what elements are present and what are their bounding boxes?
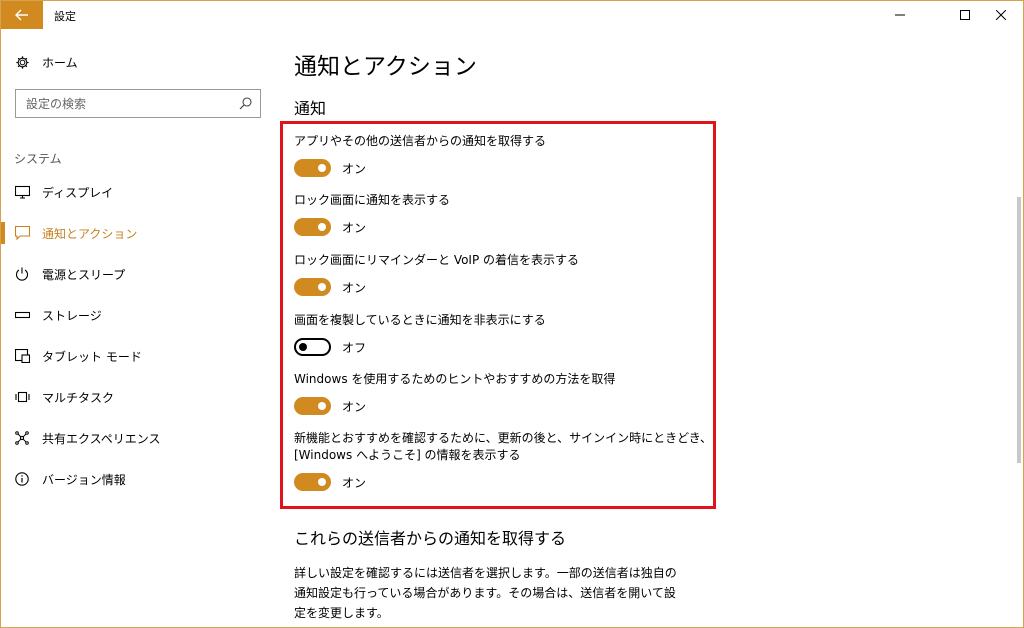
sidebar-item-display[interactable]: ディスプレイ (1, 172, 279, 212)
settings-window: 設定 ホーム システム ディスプレイ (0, 0, 1024, 628)
setting-windows-tips: Windows を使用するためのヒントやおすすめの方法を取得 オン (294, 371, 615, 415)
maximize-icon (960, 10, 970, 20)
minimize-button[interactable] (877, 1, 923, 29)
setting-lock-screen-notifications: ロック画面に通知を表示する オン (294, 192, 450, 236)
setting-label: ロック画面に通知を表示する (294, 193, 451, 207)
toggle-knob (318, 478, 326, 486)
sidebar-home[interactable]: ホーム (14, 54, 78, 71)
sidebar-item-tablet-mode[interactable]: タブレット モード (1, 336, 279, 376)
sidebar-item-label: 共有エクスペリエンス (42, 431, 161, 446)
toggle-switch[interactable] (294, 338, 331, 356)
toggle-switch[interactable] (294, 218, 331, 236)
search-input[interactable] (26, 95, 226, 113)
back-button[interactable] (1, 1, 43, 29)
setting-label-line2: [Windows へようこそ] の情報を表示する (294, 448, 521, 462)
senders-description: 詳しい設定を確認するには送信者を選択します。一部の送信者は独自の通知設定も行って… (294, 566, 677, 620)
setting-hide-when-duplicating: 画面を複製しているときに通知を非表示にする オフ (294, 312, 546, 356)
toggle-knob (299, 343, 307, 351)
toggle-state-label: オン (342, 161, 367, 176)
toggle-switch[interactable] (294, 473, 331, 491)
monitor-icon (14, 184, 30, 200)
page-title: 通知とアクション (294, 54, 477, 80)
active-indicator (1, 222, 5, 244)
toggle-state-label: オン (342, 280, 367, 295)
minimize-icon (895, 14, 905, 16)
share-icon (14, 430, 30, 446)
setting-label: Windows を使用するためのヒントやおすすめの方法を取得 (294, 372, 616, 386)
sidebar-item-multitask[interactable]: マルチタスク (1, 377, 279, 417)
setting-lock-screen-reminders: ロック画面にリマインダーと VoIP の着信を表示する オン (294, 252, 579, 296)
toggle-knob (318, 402, 326, 410)
close-icon (996, 10, 1006, 20)
gear-icon (14, 55, 30, 71)
toggle-state-label: オフ (342, 340, 367, 355)
toggle-state-label: オン (342, 399, 367, 414)
search-box[interactable] (15, 89, 261, 118)
close-button[interactable] (978, 1, 1024, 29)
sidebar-item-label: ストレージ (42, 308, 102, 323)
sidebar: ホーム システム ディスプレイ 通知とアクション 電源とスリープ (1, 29, 279, 627)
setting-label: ロック画面にリマインダーと VoIP の着信を表示する (294, 253, 580, 267)
scrollbar[interactable] (1017, 197, 1021, 463)
toggle-switch[interactable] (294, 397, 331, 415)
notifications-heading: 通知 (294, 99, 327, 118)
sidebar-item-about[interactable]: バージョン情報 (1, 459, 279, 499)
toggle-knob (318, 283, 326, 291)
storage-icon (14, 307, 30, 323)
info-icon (14, 471, 30, 487)
sidebar-item-label: ディスプレイ (42, 185, 114, 200)
senders-heading: これらの送信者からの通知を取得する (294, 529, 567, 548)
sidebar-item-shared-experiences[interactable]: 共有エクスペリエンス (1, 418, 279, 458)
setting-label-line1: 新機能とおすすめを確認するために、更新の後と、サインイン時にときどき、 (294, 431, 712, 445)
search-icon (239, 97, 252, 110)
sidebar-item-label: 通知とアクション (42, 226, 138, 241)
toggle-state-label: オン (342, 220, 367, 235)
back-arrow-icon (15, 9, 28, 21)
setting-label: アプリやその他の送信者からの通知を取得する (294, 134, 547, 148)
toggle-knob (318, 223, 326, 231)
sidebar-item-label: 電源とスリープ (42, 267, 126, 282)
toggle-switch[interactable] (294, 159, 331, 177)
toggle-state-label: オン (342, 475, 367, 490)
setting-welcome-experience: 新機能とおすすめを確認するために、更新の後と、サインイン時にときどき、 [Win… (294, 430, 712, 491)
sidebar-item-storage[interactable]: ストレージ (1, 295, 279, 335)
main-content: 通知とアクション 通知 アプリやその他の送信者からの通知を取得する オン ロック… (279, 29, 1009, 627)
multitask-icon (14, 389, 30, 405)
toggle-switch[interactable] (294, 278, 331, 296)
sidebar-item-label: タブレット モード (42, 349, 142, 364)
window-title: 設定 (54, 10, 76, 23)
section-label-system: システム (14, 152, 62, 166)
toggle-knob (318, 164, 326, 172)
setting-label: 画面を複製しているときに通知を非表示にする (294, 313, 546, 327)
setting-get-notifications: アプリやその他の送信者からの通知を取得する オン (294, 133, 546, 177)
power-icon (14, 266, 30, 282)
notification-icon (14, 225, 30, 241)
sidebar-item-power[interactable]: 電源とスリープ (1, 254, 279, 294)
sidebar-home-label: ホーム (42, 56, 78, 70)
sidebar-item-notifications[interactable]: 通知とアクション (1, 213, 279, 253)
sidebar-item-label: マルチタスク (42, 390, 115, 405)
tablet-icon (14, 348, 30, 364)
title-bar: 設定 (1, 1, 1023, 29)
sidebar-item-label: バージョン情報 (42, 472, 126, 487)
